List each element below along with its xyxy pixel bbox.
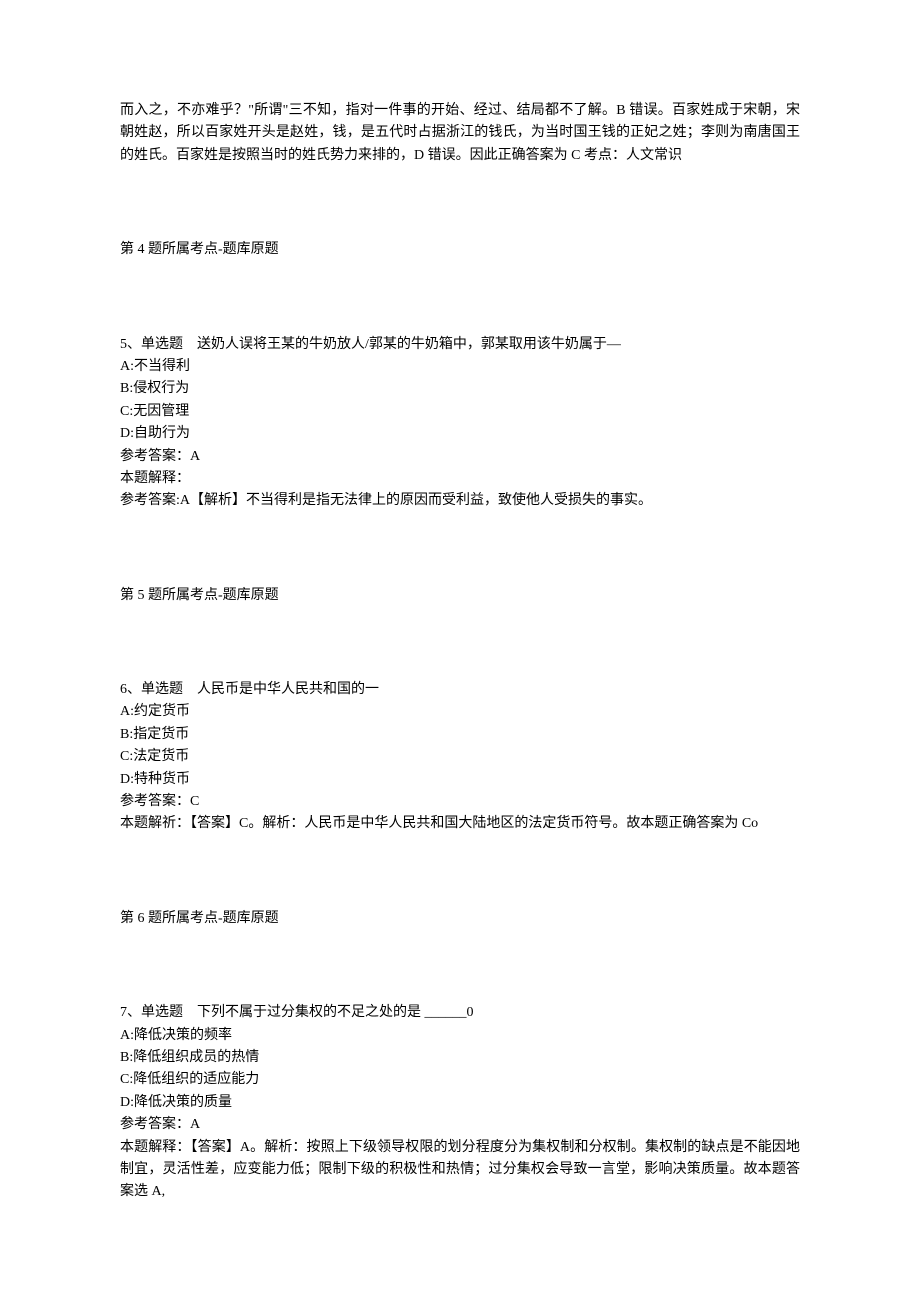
q6-option-c: C:法定货币 <box>120 746 800 768</box>
q7-prefix: 7、单选题 <box>120 1005 183 1020</box>
q5-prefix: 5、单选题 <box>120 337 183 352</box>
q6-option-d: D:特种货币 <box>120 769 800 791</box>
q6-stem: 人民币是中华人民共和国的一 <box>197 682 379 697</box>
q7-explain: 本题解释：【答案】A。解析：按照上下级领导权限的划分程度分为集权制和分权制。集权… <box>120 1137 800 1204</box>
q7-option-c: C:降低组织的适应能力 <box>120 1069 800 1091</box>
q5-option-a: A:不当得利 <box>120 356 800 378</box>
q7-stem: 下列不属于过分集权的不足之处的是 ______0 <box>197 1005 474 1020</box>
q5-explain-text: 参考答案:A【解析】不当得利是指无法律上的原因而受利益，致使他人受损失的事实。 <box>120 490 800 512</box>
document-page: 而入之，不亦难乎？"所谓"三不知，指对一件事的开始、经过、结局都不了解。B 错误… <box>0 0 920 1264</box>
q6-stem-line: 6、单选题 人民币是中华人民共和国的一 <box>120 679 800 701</box>
q5-option-b: B:侵权行为 <box>120 378 800 400</box>
q7-option-a: A:降低决策的频率 <box>120 1025 800 1047</box>
q5-stem: 送奶人误将王某的牛奶放人/郭某的牛奶箱中，郭某取用该牛奶属于— <box>197 337 621 352</box>
intro-continuation: 而入之，不亦难乎？"所谓"三不知，指对一件事的开始、经过、结局都不了解。B 错误… <box>120 100 800 167</box>
q6-option-b: B:指定货币 <box>120 724 800 746</box>
q4-topic: 第 4 题所属考点-题库原题 <box>120 239 800 261</box>
q5-answer: 参考答案：A <box>120 446 800 468</box>
q5-stem-line: 5、单选题 送奶人误将王某的牛奶放人/郭某的牛奶箱中，郭某取用该牛奶属于— <box>120 334 800 356</box>
q6-option-a: A:约定货币 <box>120 701 800 723</box>
q5-topic: 第 5 题所属考点-题库原题 <box>120 585 800 607</box>
q6-topic: 第 6 题所属考点-题库原题 <box>120 908 800 930</box>
q5-option-c: C:无因管理 <box>120 401 800 423</box>
q5-explain-label: 本题解释： <box>120 468 800 490</box>
q7-stem-line: 7、单选题 下列不属于过分集权的不足之处的是 ______0 <box>120 1002 800 1024</box>
q7-answer: 参考答案：A <box>120 1114 800 1136</box>
q7-option-b: B:降低组织成员的热情 <box>120 1047 800 1069</box>
q6-answer: 参考答案：C <box>120 791 800 813</box>
q7-option-d: D:降低决策的质量 <box>120 1092 800 1114</box>
q5-option-d: D:自助行为 <box>120 423 800 445</box>
q6-prefix: 6、单选题 <box>120 682 183 697</box>
q6-explain: 本题解祈：【答案】C。解析：人民币是中华人民共和国大陆地区的法定货币符号。故本题… <box>120 813 800 835</box>
